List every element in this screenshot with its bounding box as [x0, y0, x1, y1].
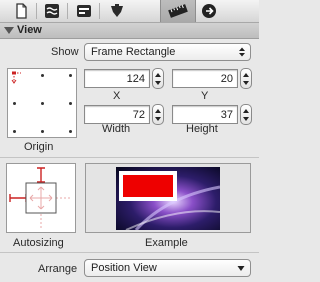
- origin-point[interactable]: [13, 102, 16, 105]
- attributes-icon[interactable]: [75, 2, 93, 20]
- origin-point[interactable]: [69, 102, 72, 105]
- width-stepper[interactable]: [152, 104, 164, 125]
- connections-icon[interactable]: [43, 2, 61, 20]
- up-down-arrows-icon: [239, 47, 245, 57]
- y-value: 20: [220, 73, 233, 85]
- x-stepper[interactable]: [152, 68, 164, 89]
- example-preview-image: [116, 167, 220, 230]
- x-field[interactable]: 124: [84, 69, 150, 88]
- autosizing-control[interactable]: [6, 163, 76, 233]
- width-value: 72: [132, 109, 145, 121]
- show-popup[interactable]: Frame Rectangle: [84, 43, 251, 61]
- y-label: Y: [201, 90, 209, 102]
- size-ruler-icon[interactable]: [168, 2, 188, 20]
- x-value: 124: [126, 73, 145, 85]
- divider: [0, 252, 259, 253]
- section-title: View: [17, 24, 42, 36]
- height-stepper[interactable]: [240, 104, 252, 125]
- divider: [0, 157, 259, 158]
- show-label: Show: [51, 46, 79, 58]
- toolbar-separator: [67, 3, 68, 19]
- arrange-popup-value: Position View: [91, 262, 157, 274]
- toolbar-separator: [36, 3, 37, 19]
- origin-selected-icon[interactable]: [9, 70, 25, 86]
- autosizing-label: Autosizing: [13, 237, 64, 249]
- chevron-down-icon: [237, 266, 245, 271]
- y-stepper[interactable]: [240, 68, 252, 89]
- width-label: Width: [102, 123, 131, 135]
- origin-picker[interactable]: [7, 68, 77, 138]
- example-preview: [85, 163, 251, 233]
- document-icon[interactable]: [12, 2, 30, 20]
- inspector-toolbar: [0, 0, 259, 23]
- toolbar-separator: [99, 3, 100, 19]
- disclosure-triangle-icon[interactable]: [4, 27, 14, 34]
- height-field[interactable]: 37: [172, 105, 238, 124]
- height-value: 37: [220, 109, 233, 121]
- origin-point[interactable]: [41, 102, 44, 105]
- navigate-forward-icon[interactable]: [200, 2, 218, 20]
- origin-point[interactable]: [13, 130, 16, 133]
- identity-icon[interactable]: [108, 2, 126, 20]
- origin-point[interactable]: [69, 130, 72, 133]
- autosizing-struts-springs[interactable]: [7, 164, 75, 232]
- show-popup-value: Frame Rectangle: [91, 46, 176, 58]
- arrange-popup[interactable]: Position View: [84, 259, 251, 277]
- origin-point[interactable]: [41, 74, 44, 77]
- origin-label: Origin: [24, 141, 54, 153]
- arrange-label: Arrange: [38, 263, 78, 275]
- x-label: X: [113, 90, 121, 102]
- origin-point[interactable]: [69, 74, 72, 77]
- example-label: Example: [145, 237, 188, 249]
- width-field[interactable]: 72: [84, 105, 150, 124]
- origin-point[interactable]: [41, 130, 44, 133]
- height-label: Height: [186, 123, 218, 135]
- y-field[interactable]: 20: [172, 69, 238, 88]
